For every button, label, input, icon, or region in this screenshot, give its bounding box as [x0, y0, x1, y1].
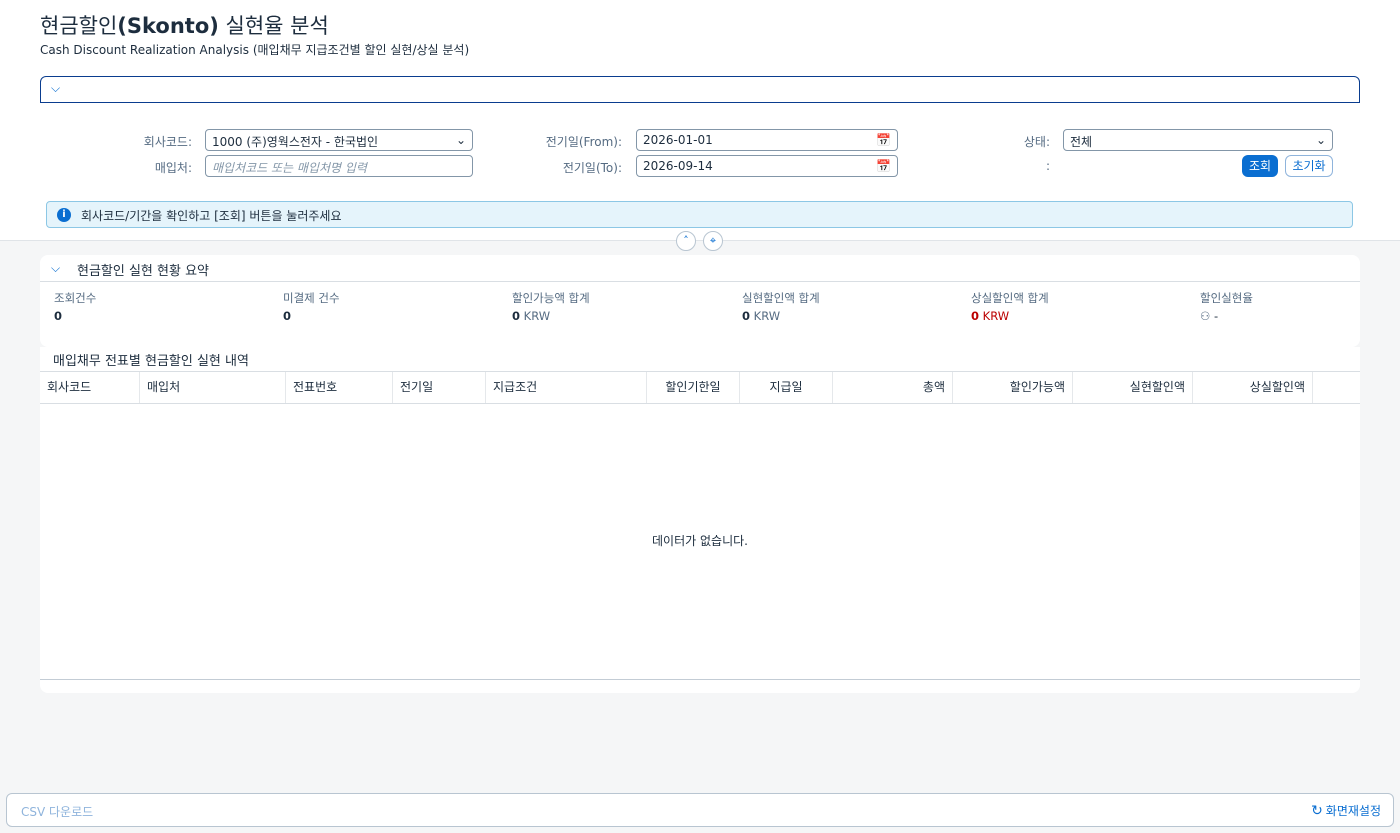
posting-date-to-field[interactable]: 2026-09-14 📅	[636, 155, 898, 177]
kpi-value-unpaid: 0	[283, 309, 291, 323]
column-header[interactable]: 회사코드	[40, 372, 140, 403]
page-title-rest: 실현율 분석	[218, 14, 329, 38]
status-value: 전체	[1070, 135, 1093, 149]
column-header[interactable]: 할인가능액	[953, 372, 1073, 403]
info-message-strip: i 회사코드/기간을 확인하고 [조회] 버튼을 눌러주세요	[46, 201, 1353, 228]
pin-header-button[interactable]: ⌖	[703, 231, 723, 251]
summary-title: 현금할인 실현 현황 요약	[77, 264, 209, 279]
empty-filter-label: :	[1045, 159, 1050, 173]
kpi-value-realized: 0 KRW	[742, 309, 780, 323]
kpi-value-count: 0	[54, 309, 62, 323]
kpi-value-lost: 0 KRW	[971, 309, 1009, 323]
kpi-unit: KRW	[753, 309, 781, 323]
filter-bar: ⌵ 회사코드: 1000 (주)영웍스전자 - 한국법인 ⌄ 전기일(From)…	[0, 63, 1400, 241]
page-title-main: 현금할인	[40, 14, 118, 38]
page-header: 현금할인(Skonto) 실현율 분석 Cash Discount Realiz…	[0, 0, 1400, 63]
column-header[interactable]: 지급조건	[486, 372, 647, 403]
table-card: 매입채무 전표별 현금할인 실현 내역 회사코드 매입처 전표번호 전기일 지급…	[40, 347, 1360, 693]
table-header: 회사코드 매입처 전표번호 전기일 지급조건 할인기한일 지급일 총액 할인가능…	[40, 371, 1360, 404]
column-header[interactable]: 전표번호	[286, 372, 393, 403]
company-code-label: 회사코드:	[143, 135, 192, 149]
chevron-down-icon: ⌄	[1315, 133, 1326, 147]
kpi-label-discountable: 할인가능액 합계	[512, 291, 590, 305]
kpi-value-rate: ⚇ -	[1200, 309, 1218, 323]
posting-date-from-value: 2026-01-01	[643, 133, 713, 147]
column-header[interactable]: 지급일	[740, 372, 833, 403]
column-header[interactable]: 총액	[833, 372, 953, 403]
page-title-bold: (Skonto)	[117, 14, 219, 38]
kpi-unit: KRW	[982, 309, 1010, 323]
table-divider	[40, 679, 1360, 680]
info-message-text: 회사코드/기간을 확인하고 [조회] 버튼을 눌러주세요	[81, 209, 342, 223]
page-subtitle: Cash Discount Realization Analysis (매입채무…	[40, 43, 470, 57]
chevron-down-icon[interactable]: ⌵	[51, 261, 60, 276]
kpi-unit: KRW	[523, 309, 551, 323]
summary-card: ⌵ 현금할인 실현 현황 요약 조회건수 0 미결제 건수 0 할인가능액 합계…	[40, 255, 1360, 347]
column-header[interactable]: 할인기한일	[647, 372, 740, 403]
company-code-value: 1000 (주)영웍스전자 - 한국법인	[212, 135, 379, 149]
kpi-number: 0	[512, 309, 521, 323]
calendar-icon[interactable]: 📅	[876, 133, 891, 147]
summary-header[interactable]: ⌵ 현금할인 실현 현황 요약	[40, 255, 1360, 282]
kpi-label-count: 조회건수	[54, 291, 97, 305]
footer-toolbar: CSV 다운로드 ↻ 화면재설정	[6, 793, 1394, 827]
vendor-label: 매입처:	[154, 161, 192, 175]
status-select[interactable]: 전체 ⌄	[1063, 129, 1333, 151]
column-header[interactable]: 실현할인액	[1073, 372, 1193, 403]
kpi-label-unpaid: 미결제 건수	[283, 291, 340, 305]
refresh-icon: ↻	[1311, 803, 1323, 819]
table-title: 매입채무 전표별 현금할인 실현 내역	[53, 354, 249, 369]
calendar-icon[interactable]: 📅	[876, 159, 891, 173]
no-data-message: 데이터가 없습니다.	[652, 534, 748, 548]
pin-icon: ⌖	[709, 234, 717, 247]
user-trend-icon: ⚇	[1200, 309, 1211, 323]
info-icon: i	[57, 208, 71, 222]
kpi-label-realized: 실현할인액 합계	[742, 291, 820, 305]
kpi-number: 0	[971, 309, 980, 323]
column-header[interactable]: 전기일	[393, 372, 486, 403]
page-title: 현금할인(Skonto) 실현율 분석	[40, 10, 329, 40]
vendor-placeholder: 매입처코드 또는 매입처명 입력	[212, 161, 367, 175]
kpi-number: -	[1213, 309, 1219, 323]
kpi-value-discountable: 0 KRW	[512, 309, 550, 323]
csv-download-button[interactable]: CSV 다운로드	[21, 803, 93, 820]
chevron-down-icon: ⌄	[455, 133, 466, 147]
kpi-label-lost: 상실할인액 합계	[971, 291, 1049, 305]
posting-date-to-value: 2026-09-14	[643, 159, 713, 173]
vendor-input[interactable]: 매입처코드 또는 매입처명 입력	[205, 155, 473, 177]
column-header[interactable]: 상실할인액	[1193, 372, 1313, 403]
reset-layout-button[interactable]: ↻ 화면재설정	[1311, 802, 1381, 819]
status-label: 상태:	[1023, 135, 1050, 149]
posting-date-from-field[interactable]: 2026-01-01 📅	[636, 129, 898, 151]
collapse-header-button[interactable]: ˄	[676, 231, 696, 251]
posting-date-to-label: 전기일(To):	[562, 161, 622, 175]
kpi-number: 0	[742, 309, 751, 323]
kpi-number: 0	[283, 309, 292, 323]
column-header[interactable]: 매입처	[140, 372, 286, 403]
reset-layout-label: 화면재설정	[1325, 804, 1381, 818]
chevron-up-icon: ˄	[683, 234, 689, 247]
kpi-label-rate: 할인실현율	[1200, 291, 1253, 305]
variant-bar[interactable]: ⌵	[40, 76, 1360, 103]
kpi-number: 0	[54, 309, 63, 323]
reset-filter-button[interactable]: 초기화	[1285, 155, 1333, 177]
chevron-down-icon[interactable]: ⌵	[51, 81, 60, 96]
posting-date-from-label: 전기일(From):	[545, 135, 622, 149]
search-button[interactable]: 조회	[1242, 155, 1278, 177]
company-code-select[interactable]: 1000 (주)영웍스전자 - 한국법인 ⌄	[205, 129, 473, 151]
